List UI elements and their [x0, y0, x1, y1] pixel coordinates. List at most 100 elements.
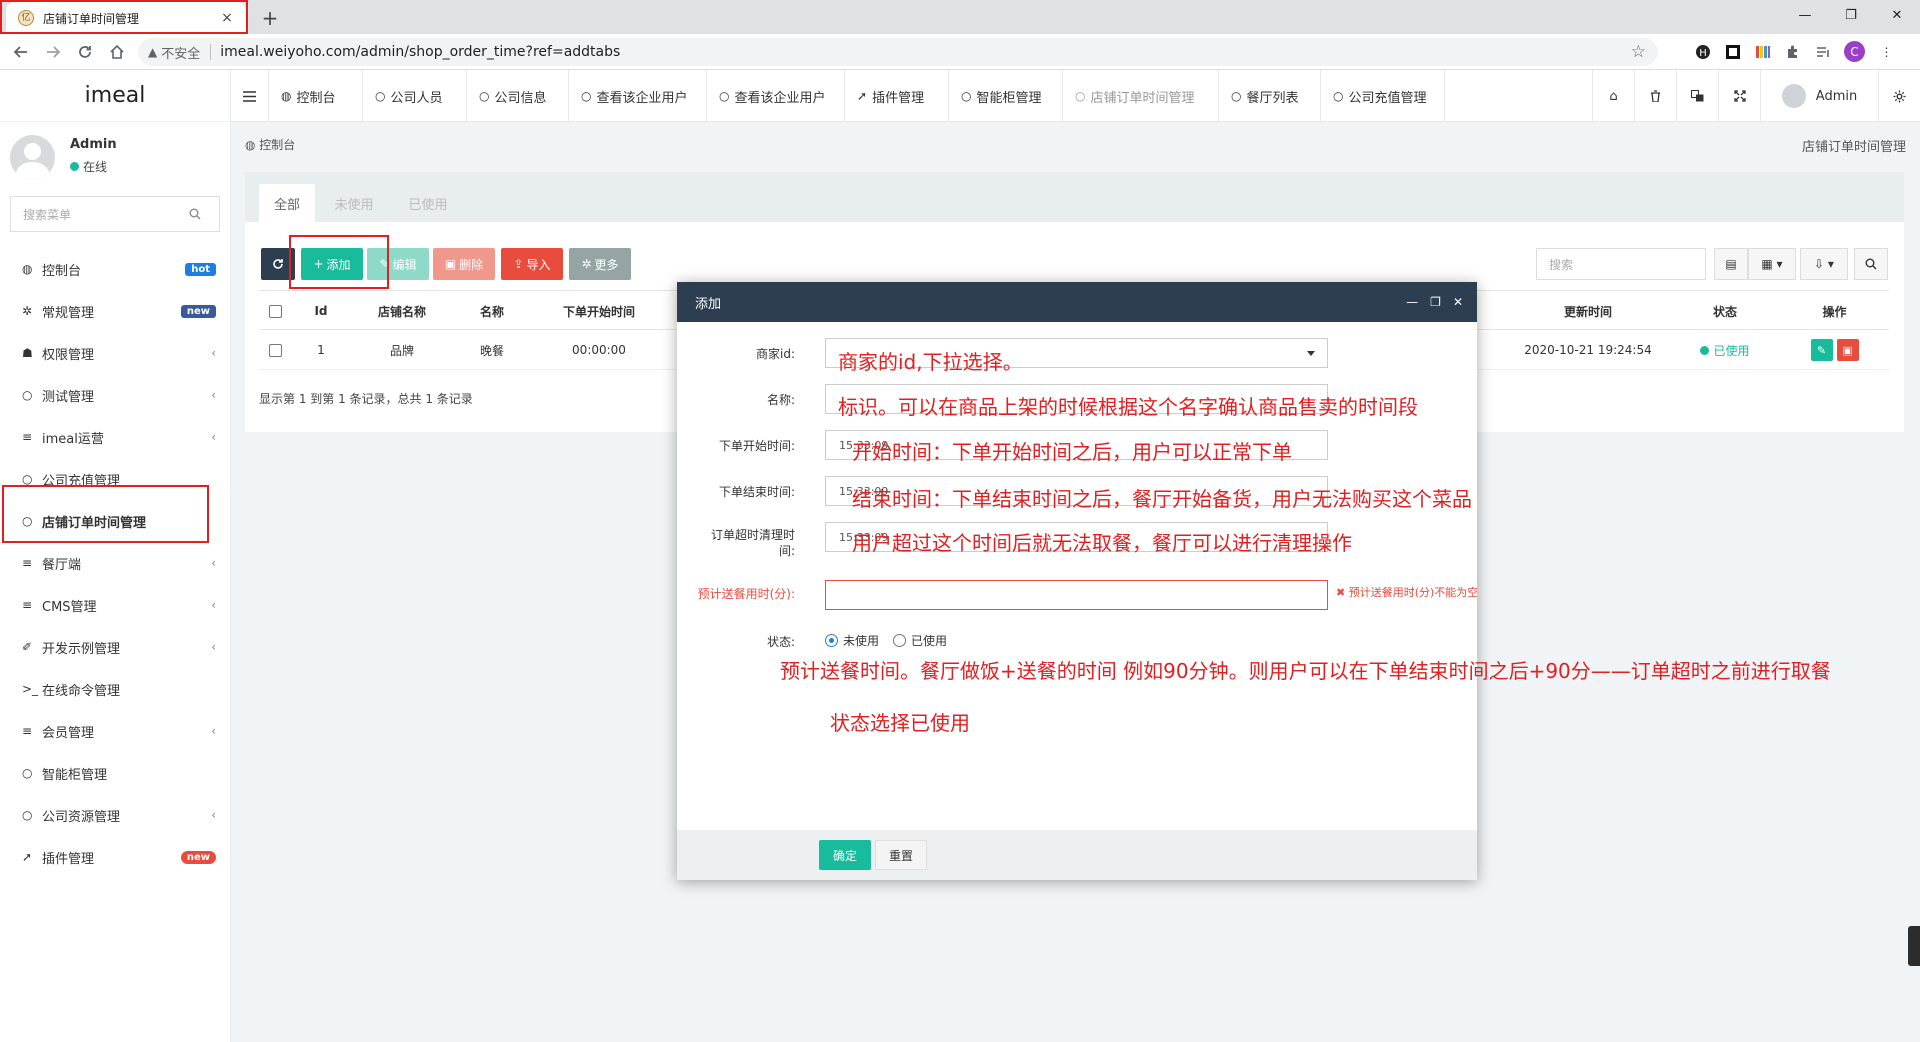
sidebar-item[interactable]: ≡ 会员管理 ‹ — [0, 710, 230, 752]
trash-icon[interactable] — [1634, 70, 1676, 122]
circle-icon: ○ — [1231, 89, 1242, 103]
status-used-radio[interactable] — [893, 634, 907, 647]
new-tab-button[interactable]: + — [258, 6, 282, 30]
menu-search-input[interactable]: 搜索菜单 — [10, 196, 220, 232]
toggle-view-icon[interactable]: ▤ — [1714, 248, 1748, 280]
nav-tab-company-info[interactable]: ○ 公司信息 — [467, 70, 569, 122]
error-x-icon: ✖ — [1336, 586, 1349, 599]
column-start-time[interactable]: 下单开始时间 — [531, 291, 667, 331]
sidebar-item[interactable]: >_ 在线命令管理 — [0, 668, 230, 710]
sidebar-item[interactable]: ➚ 插件管理 new — [0, 836, 230, 878]
translate-icon[interactable] — [1676, 70, 1718, 122]
sidebar-item[interactable]: ○ 测试管理 ‹ — [0, 374, 230, 416]
status-unused-radio[interactable] — [825, 634, 838, 647]
column-id[interactable]: Id — [291, 291, 351, 331]
delivery-time-input[interactable] — [825, 580, 1328, 610]
home-icon[interactable] — [104, 39, 130, 65]
sidebar-item[interactable]: ✐ 开发示例管理 ‹ — [0, 626, 230, 668]
nav-tab-company-users-2[interactable]: ○ 查看该企业用户 — [707, 70, 845, 122]
sidebar-item[interactable]: ○ 店铺订单时间管理 — [0, 500, 230, 542]
delete-button[interactable]: ▣ 删除 — [433, 248, 495, 280]
reset-button[interactable]: 重置 — [875, 840, 927, 870]
column-updated-at[interactable]: 更新时间 — [1506, 291, 1670, 331]
browser-tab[interactable]: 亿 店铺订单时间管理 × — [6, 2, 246, 34]
import-button[interactable]: ⇪ 导入 — [501, 248, 563, 280]
tab-unused[interactable]: 未使用 — [319, 184, 389, 222]
table-search-input[interactable]: 搜索 — [1536, 248, 1706, 280]
url-text[interactable]: imeal.weiyoho.com/admin/shop_order_time?… — [220, 44, 620, 60]
maximize-button[interactable]: ❐ — [1828, 0, 1874, 30]
minimize-icon[interactable]: — — [1406, 295, 1418, 309]
sidebar-item[interactable]: ◍ 控制台 hot — [0, 248, 230, 290]
column-status[interactable]: 状态 — [1670, 291, 1780, 331]
fullscreen-icon[interactable] — [1718, 70, 1760, 122]
confirm-button[interactable]: 确定 — [819, 840, 871, 870]
admin-user-menu[interactable]: Admin — [1760, 70, 1878, 122]
maximize-icon[interactable]: ❐ — [1430, 295, 1441, 309]
tab-used[interactable]: 已使用 — [393, 184, 463, 222]
row-delete-trash-icon[interactable]: ▣ — [1836, 339, 1859, 361]
sidebar-item[interactable]: ≡ imeal运营 ‹ — [0, 416, 230, 458]
nav-tab-shop-order-time[interactable]: ○ 店铺订单时间管理 — [1063, 70, 1219, 122]
nav-tab-company-users-1[interactable]: ○ 查看该企业用户 — [569, 70, 707, 122]
sidebar-item[interactable]: ○ 公司资源管理 ‹ — [0, 794, 230, 836]
status-used-label[interactable]: 已使用 — [911, 632, 947, 649]
address-bar[interactable]: ▲ 不安全 imeal.weiyoho.com/admin/shop_order… — [138, 38, 1658, 66]
circle-icon: ○ — [961, 89, 972, 103]
row-edit-pencil-icon[interactable]: ✎ — [1810, 339, 1833, 361]
sidebar-item[interactable]: ☗ 权限管理 ‹ — [0, 332, 230, 374]
close-window-button[interactable]: ✕ — [1874, 0, 1920, 30]
tab-all[interactable]: 全部 — [259, 184, 315, 222]
back-arrow-icon[interactable] — [8, 39, 34, 65]
avatar — [1781, 84, 1806, 108]
sidebar-item[interactable]: ≡ CMS管理 ‹ — [0, 584, 230, 626]
column-name[interactable]: 名称 — [453, 291, 531, 331]
tab-close-icon[interactable]: × — [216, 7, 238, 29]
extension-square-icon[interactable] — [1724, 43, 1741, 60]
extensions-puzzle-icon[interactable] — [1784, 43, 1801, 60]
refresh-button[interactable] — [261, 248, 295, 280]
nav-tab-staff[interactable]: ○ 公司人员 — [363, 70, 467, 122]
sidebar-item-label: 权限管理 — [42, 347, 95, 363]
browser-menu-icon[interactable]: ⋮ — [1878, 43, 1895, 60]
settings-icon[interactable] — [1878, 70, 1920, 122]
minimize-button[interactable]: — — [1782, 0, 1828, 30]
edit-button[interactable]: ✎ 编辑 — [367, 248, 429, 280]
scroll-handle[interactable] — [1908, 926, 1920, 966]
row-checkbox[interactable] — [259, 330, 291, 370]
forward-arrow-icon[interactable] — [40, 39, 66, 65]
reading-list-icon[interactable] — [1814, 43, 1831, 60]
nav-tab-plugins[interactable]: ➚ 插件管理 — [845, 70, 949, 122]
reload-icon[interactable] — [72, 39, 98, 65]
status-unused-label[interactable]: 未使用 — [843, 632, 879, 649]
extension-books-icon[interactable] — [1754, 43, 1771, 60]
column-shop-name[interactable]: 店铺名称 — [351, 291, 453, 331]
columns-icon[interactable]: ▦ ▾ — [1748, 248, 1796, 280]
nav-tab-restaurants[interactable]: ○ 餐厅列表 — [1219, 70, 1321, 122]
nav-tab-label: 店铺订单时间管理 — [1090, 90, 1195, 106]
sidebar-item[interactable]: ○ 智能柜管理 — [0, 752, 230, 794]
close-icon[interactable]: ✕ — [1453, 295, 1463, 309]
chevron-left-icon: ‹ — [211, 430, 216, 444]
sidebar-item[interactable]: ✲ 常规管理 new — [0, 290, 230, 332]
home-nav-icon[interactable]: ⌂ — [1592, 70, 1634, 122]
select-all-checkbox[interactable] — [259, 291, 291, 331]
app-logo[interactable]: imeal — [0, 70, 230, 122]
add-button[interactable]: + 添加 — [301, 248, 363, 280]
nav-tab-smart-locker[interactable]: ○ 智能柜管理 — [949, 70, 1063, 122]
row-actions: ✎ ▣ — [1780, 330, 1889, 370]
export-icon[interactable]: ⇩ ▾ — [1800, 248, 1848, 280]
search-icon[interactable] — [189, 208, 219, 220]
breadcrumb-label[interactable]: 控制台 — [259, 138, 295, 152]
sidebar-item[interactable]: ○ 公司充值管理 — [0, 458, 230, 500]
bookmark-star-icon[interactable]: ☆ — [1631, 42, 1646, 62]
search-icon[interactable] — [1854, 248, 1888, 280]
more-button[interactable]: ✲ 更多 — [569, 248, 631, 280]
extension-h-icon[interactable]: H — [1694, 43, 1711, 60]
nav-tab-recharge[interactable]: ○ 公司充值管理 — [1321, 70, 1445, 122]
nav-tab-dashboard[interactable]: ◍ 控制台 — [269, 70, 363, 122]
profile-avatar[interactable]: C — [1844, 41, 1865, 62]
status-radio-group: 未使用 已使用 — [825, 632, 947, 649]
hamburger-icon[interactable] — [231, 70, 269, 122]
sidebar-item[interactable]: ≡ 餐厅端 ‹ — [0, 542, 230, 584]
